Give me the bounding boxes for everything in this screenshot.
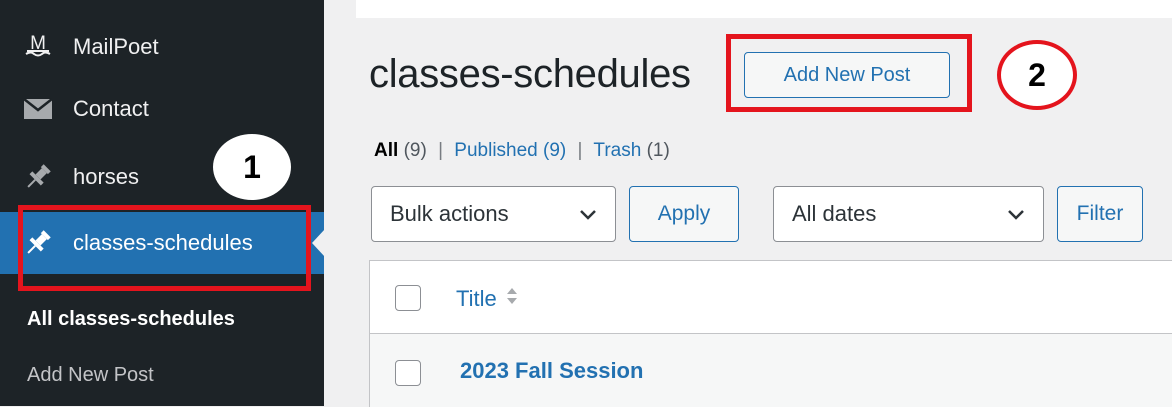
step-callout-2: 2 bbox=[997, 40, 1077, 110]
select-all-checkbox[interactable] bbox=[395, 285, 421, 311]
post-status-views: All (9) | Published (9) | Trash (1) bbox=[374, 140, 670, 162]
table-header-row: Title bbox=[370, 261, 1172, 334]
highlight-box-add-new bbox=[726, 34, 972, 112]
envelope-icon bbox=[22, 93, 54, 125]
pushpin-icon bbox=[22, 161, 54, 193]
dates-filter-value: All dates bbox=[792, 201, 877, 226]
table-row: 2023 Fall Session bbox=[370, 334, 1172, 407]
post-title-link[interactable]: 2023 Fall Session bbox=[460, 358, 643, 384]
bulk-actions-value: Bulk actions bbox=[390, 201, 509, 226]
apply-button[interactable]: Apply bbox=[629, 186, 739, 242]
mailpoet-icon: M bbox=[22, 31, 54, 63]
screen-meta-bar bbox=[356, 0, 1172, 18]
filter-button[interactable]: Filter bbox=[1057, 186, 1143, 242]
sidebar-item-label: Contact bbox=[73, 96, 149, 121]
sidebar-item-contact[interactable]: Contact bbox=[0, 80, 324, 138]
posts-table: Title 2023 Fall Session bbox=[369, 260, 1172, 407]
title-column-header[interactable]: Title bbox=[456, 285, 519, 313]
sidebar-item-label: MailPoet bbox=[73, 34, 159, 59]
view-published-count[interactable]: (9) bbox=[543, 140, 566, 161]
admin-sidebar: M MailPoet Contact horses classes-schedu… bbox=[0, 0, 325, 406]
view-all-link[interactable]: All bbox=[374, 140, 398, 161]
row-checkbox[interactable] bbox=[395, 360, 421, 386]
sidebar-item-label: horses bbox=[73, 164, 140, 189]
view-all-count: (9) bbox=[403, 140, 427, 161]
view-trash-count: (1) bbox=[646, 140, 670, 161]
submenu-item-add-new[interactable]: Add New Post bbox=[27, 364, 154, 387]
sidebar-item-mailpoet[interactable]: M MailPoet bbox=[0, 18, 324, 76]
page-title: classes-schedules bbox=[369, 52, 691, 96]
highlight-box-sidebar bbox=[18, 205, 311, 291]
chevron-down-icon bbox=[1005, 203, 1027, 231]
active-menu-pointer bbox=[312, 229, 325, 257]
bulk-actions-select[interactable]: Bulk actions bbox=[371, 186, 616, 242]
view-separator: | bbox=[577, 140, 583, 161]
submenu-item-all[interactable]: All classes-schedules bbox=[27, 308, 235, 331]
title-column-label: Title bbox=[456, 286, 497, 311]
view-separator: | bbox=[438, 140, 444, 161]
dates-filter-select[interactable]: All dates bbox=[773, 186, 1044, 242]
step-callout-1: 1 bbox=[213, 134, 291, 200]
sort-icon bbox=[505, 285, 519, 313]
view-published-link[interactable]: Published bbox=[454, 140, 537, 161]
chevron-down-icon bbox=[577, 203, 599, 231]
view-trash-link[interactable]: Trash bbox=[593, 140, 641, 161]
